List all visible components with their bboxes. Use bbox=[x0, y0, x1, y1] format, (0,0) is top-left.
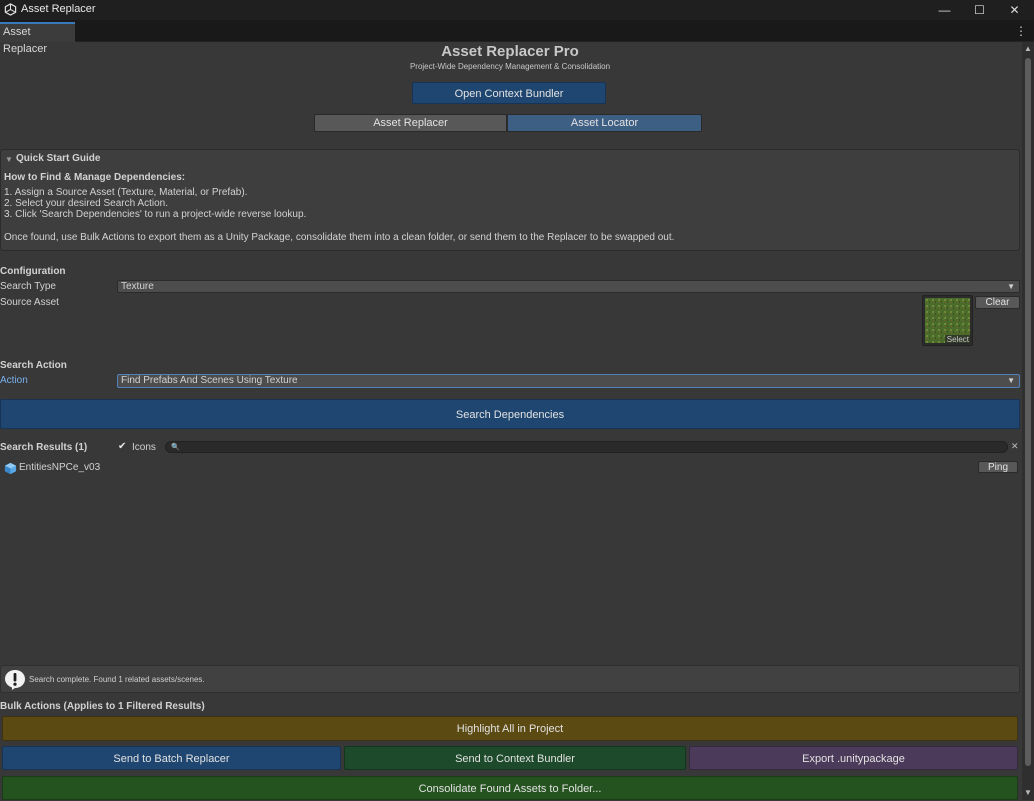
close-icon[interactable]: ✕ bbox=[997, 0, 1032, 20]
search-dependencies-button[interactable]: Search Dependencies bbox=[0, 399, 1020, 429]
minimize-icon[interactable]: — bbox=[927, 0, 962, 20]
bulk-actions-heading: Bulk Actions (Applies to 1 Filtered Resu… bbox=[0, 701, 205, 712]
tab-asset-replacer-mode[interactable]: Asset Replacer bbox=[314, 114, 507, 132]
source-asset-slot[interactable]: Select bbox=[922, 295, 973, 346]
select-label[interactable]: Select bbox=[944, 335, 971, 344]
consolidate-assets-button[interactable]: Consolidate Found Assets to Folder... bbox=[2, 776, 1018, 800]
info-icon bbox=[5, 670, 25, 690]
quick-start-guide: ▼ Quick Start Guide How to Find & Manage… bbox=[0, 149, 1020, 251]
guide-footer: Once found, use Bulk Actions to export t… bbox=[4, 232, 675, 243]
guide-subheading: How to Find & Manage Dependencies: bbox=[4, 172, 186, 183]
dropdown-arrow-icon: ▼ bbox=[1007, 282, 1015, 291]
scroll-up-icon[interactable]: ▲ bbox=[1024, 44, 1032, 53]
configuration-heading: Configuration bbox=[0, 266, 66, 277]
unity-logo-icon bbox=[4, 3, 17, 16]
search-type-value: Texture bbox=[121, 281, 154, 292]
action-dropdown[interactable]: Find Prefabs And Scenes Using Texture ▼ bbox=[117, 374, 1020, 388]
status-message: Search complete. Found 1 related assets/… bbox=[29, 675, 205, 684]
source-asset-label: Source Asset bbox=[0, 297, 59, 308]
search-results-list: EntitiesNPCe_v03 Ping bbox=[0, 458, 1020, 658]
clear-search-icon[interactable]: ✕ bbox=[1011, 441, 1019, 452]
prefab-icon bbox=[4, 462, 17, 475]
search-icon: 🔍 bbox=[171, 444, 180, 451]
page-subtitle: Project-Wide Dependency Management & Con… bbox=[409, 62, 611, 71]
search-results-heading: Search Results (1) bbox=[0, 442, 88, 453]
open-context-bundler-button[interactable]: Open Context Bundler bbox=[412, 82, 606, 104]
foldout-arrow-icon[interactable]: ▼ bbox=[5, 155, 13, 164]
window-titlebar: Asset Replacer — ☐ ✕ bbox=[0, 0, 1034, 20]
export-unitypackage-button[interactable]: Export .unitypackage bbox=[689, 746, 1018, 770]
window-title: Asset Replacer bbox=[21, 3, 96, 15]
result-name: EntitiesNPCe_v03 bbox=[19, 462, 101, 473]
icons-label: Icons bbox=[132, 442, 156, 453]
guide-step-2: 2. Select your desired Search Action. bbox=[4, 198, 168, 209]
list-item[interactable]: EntitiesNPCe_v03 Ping bbox=[0, 460, 1020, 476]
tab-asset-replacer[interactable]: Asset Replacer bbox=[0, 22, 75, 55]
action-value: Find Prefabs And Scenes Using Texture bbox=[121, 375, 298, 386]
search-action-heading: Search Action bbox=[0, 360, 67, 371]
icons-checkbox[interactable]: ✔ bbox=[118, 442, 128, 452]
more-options-icon[interactable]: ⋮ bbox=[1015, 24, 1027, 38]
action-label: Action bbox=[0, 375, 28, 386]
maximize-icon[interactable]: ☐ bbox=[962, 0, 997, 20]
results-search-input[interactable]: 🔍 bbox=[165, 441, 1008, 453]
vertical-scrollbar[interactable]: ▲ ▼ bbox=[1022, 42, 1034, 800]
search-type-label: Search Type bbox=[0, 281, 56, 292]
scroll-down-icon[interactable]: ▼ bbox=[1024, 788, 1032, 797]
page-title: Asset Replacer Pro bbox=[441, 43, 579, 60]
guide-step-1: 1. Assign a Source Asset (Texture, Mater… bbox=[4, 187, 248, 198]
guide-step-3: 3. Click 'Search Dependencies' to run a … bbox=[4, 209, 307, 220]
status-box: Search complete. Found 1 related assets/… bbox=[0, 665, 1020, 693]
dropdown-arrow-icon: ▼ bbox=[1007, 376, 1015, 385]
scrollbar-thumb[interactable] bbox=[1025, 58, 1031, 766]
ping-button[interactable]: Ping bbox=[978, 461, 1018, 473]
tab-asset-locator-mode[interactable]: Asset Locator bbox=[507, 114, 702, 132]
editor-tab-strip: Asset Replacer ⋮ bbox=[0, 20, 1034, 55]
send-to-context-bundler-button[interactable]: Send to Context Bundler bbox=[344, 746, 686, 770]
guide-heading[interactable]: Quick Start Guide bbox=[16, 153, 100, 164]
clear-button[interactable]: Clear bbox=[975, 296, 1020, 309]
send-to-batch-replacer-button[interactable]: Send to Batch Replacer bbox=[2, 746, 341, 770]
search-type-dropdown[interactable]: Texture ▼ bbox=[117, 280, 1020, 293]
highlight-all-button[interactable]: Highlight All in Project bbox=[2, 716, 1018, 741]
